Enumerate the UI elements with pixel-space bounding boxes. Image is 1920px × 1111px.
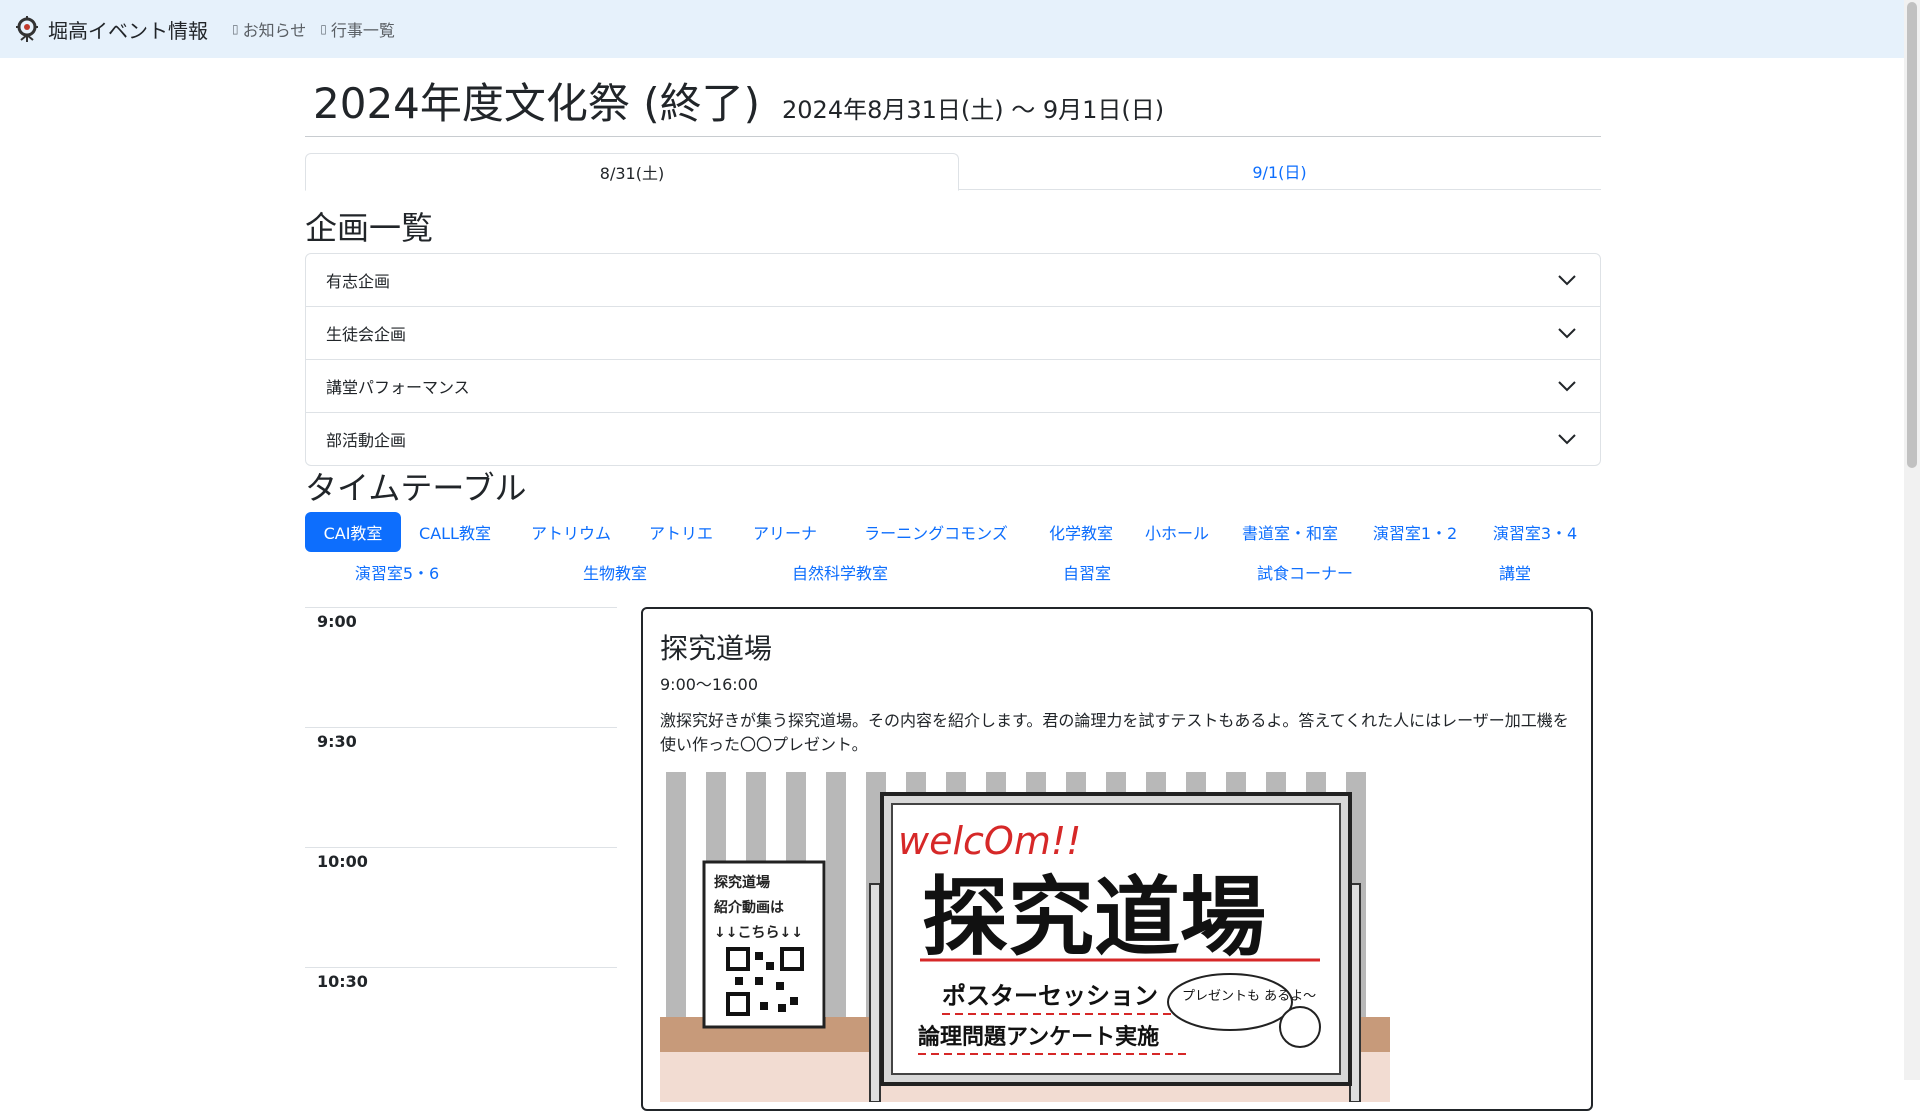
page-title: 2024年度文化祭 (終了) — [313, 79, 761, 128]
accordion-item-auditorium[interactable]: 講堂パフォーマンス — [306, 360, 1600, 413]
room-pill-arena[interactable]: アリーナ — [735, 512, 835, 552]
room-pill-auditorium[interactable]: 講堂 — [1455, 552, 1575, 592]
time-slot: 9:00 — [305, 607, 617, 728]
chevron-down-icon — [1558, 381, 1576, 392]
nav-events-link[interactable]: ▯ 行事一覧 — [320, 17, 395, 41]
navbar: 堀高イベント情報 ▯ お知らせ ▯ 行事一覧 — [0, 0, 1904, 58]
room-pill-tasting[interactable]: 試食コーナー — [1225, 552, 1385, 592]
time-label: 10:00 — [317, 852, 368, 871]
room-pill-learning-commons[interactable]: ラーニングコモンズ — [840, 512, 1032, 552]
tab-day1[interactable]: 8/31(土) — [305, 153, 959, 191]
accordion-label: 講堂パフォーマンス — [326, 378, 470, 397]
time-slot: 9:30 — [305, 727, 617, 848]
nav-news-link[interactable]: ▯ お知らせ — [232, 17, 306, 41]
chevron-down-icon — [1558, 328, 1576, 339]
sign-text-1: 探究道場 — [714, 874, 770, 891]
room-pill-seminar-3-4[interactable]: 演習室3・4 — [1477, 512, 1593, 552]
room-pill-calligraphy[interactable]: 書道室・和室 — [1225, 512, 1355, 552]
sign-text-3: ↓↓こちら↓↓ — [714, 925, 803, 941]
room-pill-study-room[interactable]: 自習室 — [1017, 552, 1157, 592]
room-pill-small-hall[interactable]: 小ホール — [1131, 512, 1223, 552]
time-slot: 10:30 — [305, 967, 617, 1088]
event-description: 激探究好きが集う探究道場。その内容を紹介します。君の論理力を試すテストもあるよ。… — [660, 711, 1569, 754]
projects-heading: 企画一覧 — [305, 209, 434, 247]
poster-line1: ポスターセッション — [942, 982, 1158, 1010]
poster-bubble: プレゼントも あるよ～ — [1182, 989, 1316, 1004]
poster-line2: 論理問題アンケート実施 — [918, 1024, 1159, 1050]
scrollbar-thumb[interactable] — [1907, 2, 1917, 468]
room-pill-cai[interactable]: CAI教室 — [305, 512, 401, 552]
time-label: 9:30 — [317, 732, 357, 751]
poster-title: 探究道場 — [922, 868, 1266, 968]
room-pill-atrium[interactable]: アトリウム — [513, 512, 629, 552]
timetable-heading: タイムテーブル — [305, 469, 527, 507]
day-tabs: 8/31(土) 9/1(日) — [305, 153, 1601, 191]
accordion-item-student-council[interactable]: 生徒会企画 — [306, 307, 1600, 360]
room-pill-biology[interactable]: 生物教室 — [545, 552, 685, 592]
brand-link[interactable]: 堀高イベント情報 — [14, 15, 208, 44]
megaphone-icon: ▯ — [232, 22, 239, 36]
qr-code-icon — [726, 947, 804, 1017]
time-label: 9:00 — [317, 612, 357, 631]
room-pill-atelier[interactable]: アトリエ — [631, 512, 731, 552]
room-pill-call[interactable]: CALL教室 — [402, 512, 508, 552]
nav-events-label: 行事一覧 — [330, 21, 395, 40]
accordion-label: 部活動企画 — [326, 431, 407, 450]
logo-icon — [16, 16, 38, 42]
page-header: 2024年度文化祭 (終了) 2024年8月31日(土) ～ 9月1日(日) — [305, 62, 1601, 137]
room-pill-chemistry[interactable]: 化学教室 — [1035, 512, 1127, 552]
brand-title: 堀高イベント情報 — [48, 18, 208, 43]
room-pill-seminar-1-2[interactable]: 演習室1・2 — [1357, 512, 1473, 552]
accordion-item-clubs[interactable]: 部活動企画 — [306, 413, 1600, 465]
projects-accordion: 有志企画 生徒会企画 講堂パフォーマンス 部活動企画 — [305, 253, 1601, 466]
room-pill-seminar-5-6[interactable]: 演習室5・6 — [327, 552, 467, 592]
event-poster-image: 探究道場 紹介動画は ↓↓こちら↓↓ welcOm!! 探究道場 ポスターセッシ… — [660, 772, 1390, 1102]
accordion-item-volunteer[interactable]: 有志企画 — [306, 254, 1600, 307]
tab-day2[interactable]: 9/1(日) — [958, 153, 1601, 189]
page-scrollbar[interactable] — [1904, 0, 1920, 1080]
room-pill-natural-science[interactable]: 自然科学教室 — [755, 552, 925, 592]
sign-text-2: 紹介動画は — [714, 899, 784, 916]
calendar-icon: ▯ — [320, 22, 327, 36]
event-title: 探究道場 — [660, 632, 773, 665]
poster-welcome: welcOm!! — [898, 819, 1081, 863]
chevron-down-icon — [1558, 275, 1576, 286]
chevron-down-icon — [1558, 434, 1576, 445]
event-time: 9:00～16:00 — [660, 675, 759, 694]
time-label: 10:30 — [317, 972, 368, 991]
time-slot: 10:00 — [305, 847, 617, 968]
event-card[interactable]: 探究道場 9:00～16:00 激探究好きが集う探究道場。その内容を紹介します。… — [641, 607, 1593, 1111]
accordion-label: 有志企画 — [326, 272, 391, 291]
event-dates: 2024年8月31日(土) ～ 9月1日(日) — [782, 96, 1165, 124]
nav-news-label: お知らせ — [242, 21, 307, 40]
accordion-label: 生徒会企画 — [326, 325, 407, 344]
